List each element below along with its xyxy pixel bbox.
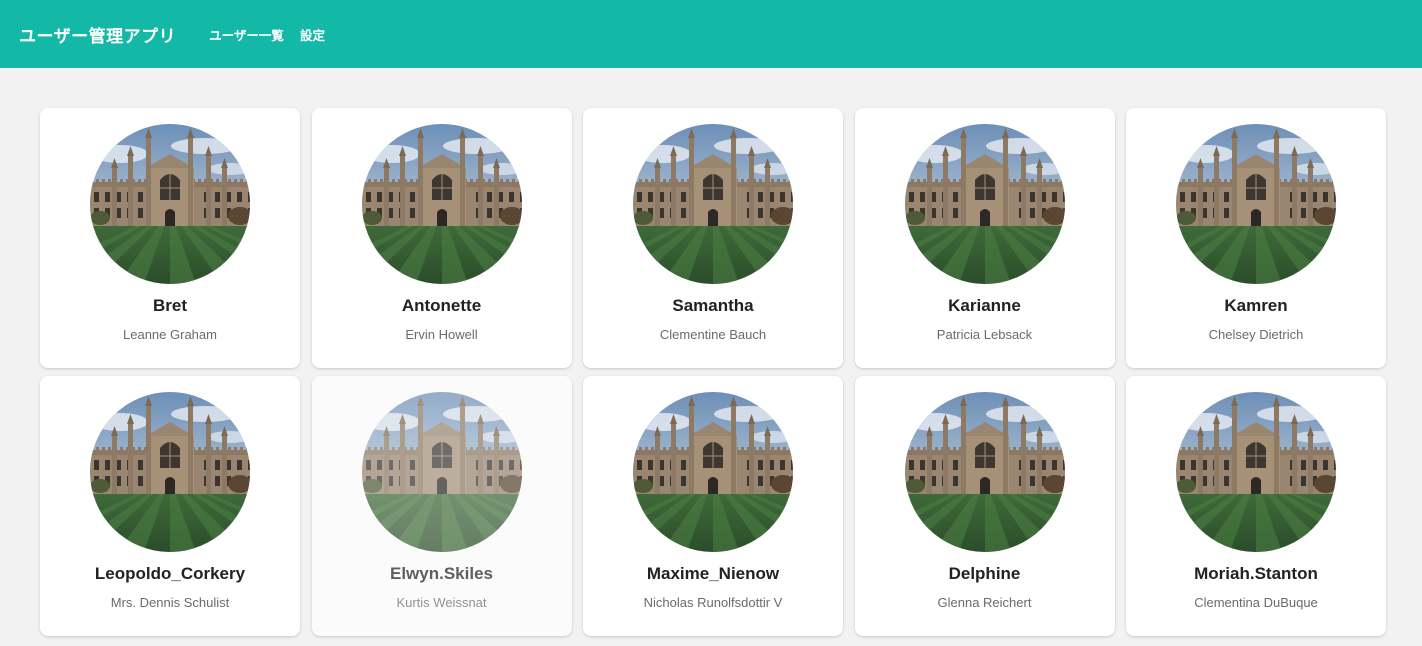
user-username: Kamren (1224, 296, 1288, 315)
user-username: Leopoldo_Corkery (94, 564, 246, 583)
user-avatar-image (633, 124, 793, 284)
user-full-name: Leanne Graham (123, 327, 217, 342)
user-card[interactable]: Antonette Ervin Howell (311, 108, 572, 368)
user-full-name: Patricia Lebsack (936, 327, 1033, 342)
user-card[interactable]: Delphine Glenna Reichert (854, 376, 1115, 636)
nav-user-list[interactable]: ユーザー一覧 (209, 25, 284, 44)
user-avatar-image (904, 124, 1065, 284)
user-card[interactable]: Moriah.Stanton Clementina DuBuque (1126, 376, 1386, 636)
user-card[interactable]: Samantha Clementine Bauch (583, 108, 843, 368)
user-avatar-image (633, 392, 793, 552)
user-full-name: Ervin Howell (405, 327, 478, 342)
user-card[interactable]: Kamren Chelsey Dietrich (1126, 108, 1386, 368)
user-card[interactable]: Elwyn.Skiles Kurtis Weissnat (311, 376, 572, 636)
user-username: Karianne (948, 296, 1021, 315)
user-card[interactable]: Karianne Patricia Lebsack (854, 108, 1115, 368)
user-username: Maxime_Nienow (646, 564, 780, 583)
user-username: Samantha (672, 296, 754, 315)
nav-settings[interactable]: 設定 (300, 25, 325, 44)
user-username: Antonette (401, 296, 482, 315)
user-avatar-image (361, 124, 522, 284)
user-avatar-image (90, 392, 250, 552)
user-card[interactable]: Leopoldo_Corkery Mrs. Dennis Schulist (40, 376, 300, 636)
user-full-name: Kurtis Weissnat (396, 595, 487, 610)
user-avatar-image (1176, 124, 1336, 284)
user-avatar-image (361, 392, 522, 552)
user-full-name: Chelsey Dietrich (1208, 327, 1304, 342)
user-avatar-image (1176, 392, 1336, 552)
user-avatar-image (904, 392, 1065, 552)
user-full-name: Nicholas Runolfsdottir V (643, 595, 783, 610)
user-full-name: Mrs. Dennis Schulist (110, 595, 230, 610)
app-title: ユーザー管理アプリ (19, 26, 177, 47)
user-card[interactable]: Bret Leanne Graham (40, 108, 300, 368)
user-full-name: Glenna Reichert (937, 595, 1032, 610)
user-full-name: Clementina DuBuque (1194, 595, 1318, 610)
user-username: Elwyn.Skiles (390, 564, 493, 583)
user-username: Delphine (948, 564, 1021, 583)
user-full-name: Clementine Bauch (659, 327, 767, 342)
user-card[interactable]: Maxime_Nienow Nicholas Runolfsdottir V (583, 376, 843, 636)
app-header: ユーザー管理アプリ ユーザー一覧 設定 (0, 0, 1422, 68)
user-avatar-image (90, 124, 250, 284)
user-username: Moriah.Stanton (1194, 564, 1318, 583)
user-username: Bret (152, 296, 187, 315)
user-card-grid: Bret Leanne Graham Antonette Ervin Howel… (40, 108, 1386, 636)
